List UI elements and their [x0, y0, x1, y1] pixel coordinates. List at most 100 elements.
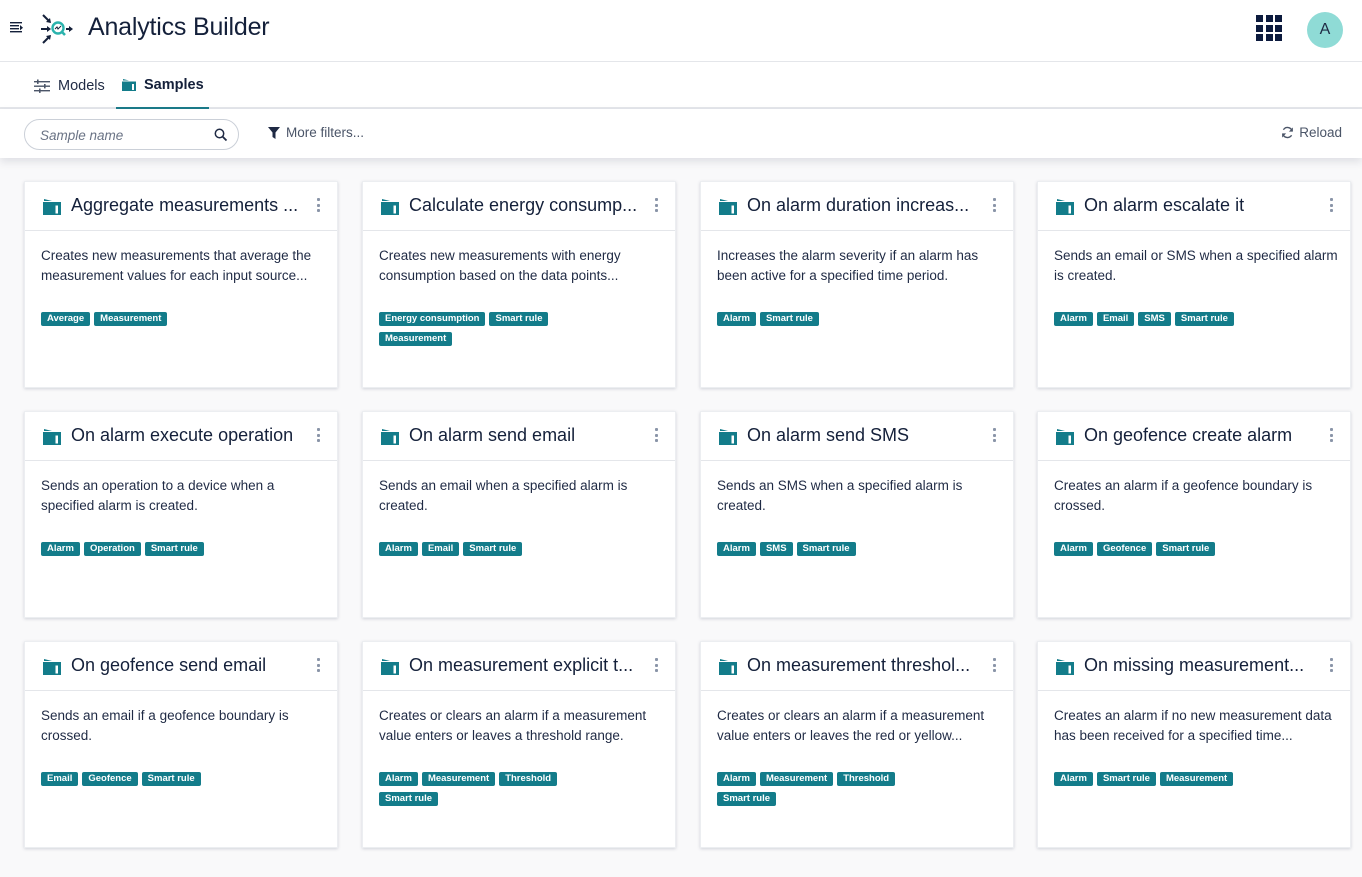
tab-models-label: Models — [58, 77, 105, 94]
top-bar: Analytics Builder A — [0, 0, 1362, 62]
card-actions-kebab-icon[interactable] — [989, 657, 999, 673]
sample-folder-icon — [43, 658, 61, 675]
sample-card-description: Sends an SMS when a specified alarm is c… — [717, 478, 963, 513]
sample-card-description: Sends an email if a geofence boundary is… — [41, 708, 289, 743]
sample-card-title: On alarm send SMS — [747, 425, 910, 445]
sample-card-title: On alarm duration increas... — [747, 195, 970, 215]
sample-card-tags: Alarm Geofence Smart rule — [1054, 542, 1294, 556]
sample-card-description: Creates new measurements with energy con… — [379, 248, 621, 283]
sample-folder-icon — [1056, 428, 1074, 445]
sample-card-header: On alarm send email — [363, 412, 675, 461]
tag-badge: Smart rule — [796, 542, 856, 556]
folder-icon — [122, 78, 136, 91]
tag-badge: Average — [41, 312, 91, 326]
card-actions-kebab-icon[interactable] — [1326, 427, 1336, 443]
tag-badge: Energy consumption — [379, 312, 486, 326]
tab-bar: Models Samples — [0, 62, 1362, 110]
more-filters-button[interactable]: More filters... — [268, 125, 364, 140]
sample-folder-icon — [719, 198, 737, 215]
card-actions-kebab-icon[interactable] — [1326, 657, 1336, 673]
sample-card-tags: Average Measurement — [41, 312, 281, 326]
card-actions-kebab-icon[interactable] — [313, 427, 323, 443]
card-actions-kebab-icon[interactable] — [651, 427, 661, 443]
tag-badge: Measurement — [759, 772, 834, 786]
sample-folder-icon — [43, 428, 61, 445]
card-actions-kebab-icon[interactable] — [651, 197, 661, 213]
sample-folder-icon — [381, 428, 399, 445]
sample-card[interactable]: On alarm escalate it Sends an email or S… — [1037, 181, 1351, 388]
sample-card-title: On geofence create alarm — [1084, 425, 1293, 445]
reload-button[interactable]: Reload — [1281, 125, 1342, 140]
sample-card[interactable]: On alarm execute operation Sends an oper… — [24, 411, 338, 618]
tag-badge: Email — [1096, 312, 1135, 326]
sample-card-title: Aggregate measurements ... — [71, 195, 299, 215]
sample-card-description: Creates or clears an alarm if a measurem… — [717, 708, 985, 743]
user-avatar[interactable]: A — [1307, 12, 1343, 48]
sample-card[interactable]: On alarm send SMS Sends an SMS when a sp… — [700, 411, 1014, 618]
sample-name-search-input[interactable] — [40, 126, 210, 144]
sample-card-description: Creates new measurements that average th… — [41, 248, 312, 283]
sample-card[interactable]: On alarm duration increas... Increases t… — [700, 181, 1014, 388]
search-icon[interactable] — [214, 128, 228, 147]
sample-card-title: On measurement threshol... — [747, 655, 971, 675]
sample-card[interactable]: On measurement threshol... Creates or cl… — [700, 641, 1014, 848]
sample-card[interactable]: On geofence send email Sends an email if… — [24, 641, 338, 848]
tag-badge: Smart rule — [1174, 312, 1234, 326]
tag-badge: Email — [421, 542, 460, 556]
tag-badge: Smart rule — [141, 772, 201, 786]
tag-badge: Alarm — [379, 772, 418, 786]
sample-card-description: Increases the alarm severity if an alarm… — [717, 248, 979, 283]
tag-badge: Geofence — [82, 772, 138, 786]
sample-card-header: On measurement explicit t... — [363, 642, 675, 691]
card-actions-kebab-icon[interactable] — [313, 657, 323, 673]
tab-samples[interactable]: Samples — [116, 62, 209, 110]
sample-card-header: On measurement threshol... — [701, 642, 1013, 691]
sample-card-header: On alarm escalate it — [1038, 182, 1350, 231]
sample-search-box — [24, 119, 239, 150]
sample-card[interactable]: Aggregate measurements ... Creates new m… — [24, 181, 338, 388]
sample-card[interactable]: On measurement explicit t... Creates or … — [362, 641, 676, 848]
sample-card-title: On alarm execute operation — [71, 425, 294, 445]
tag-badge: Alarm — [717, 542, 756, 556]
tag-badge: Alarm — [379, 542, 418, 556]
sample-folder-icon — [1056, 658, 1074, 675]
app-switcher-grid-icon[interactable] — [1256, 15, 1282, 41]
tab-models[interactable]: Models — [34, 62, 105, 109]
tag-badge: Smart rule — [717, 792, 776, 806]
tag-badge: Threshold — [499, 772, 558, 786]
sample-card[interactable]: On missing measurement... Creates an ala… — [1037, 641, 1351, 848]
filter-funnel-icon — [268, 126, 280, 139]
card-actions-kebab-icon[interactable] — [989, 427, 999, 443]
sample-card-tags: Alarm Email SMS Smart rule — [1054, 312, 1294, 326]
sample-card-tags: Alarm Smart rule — [717, 312, 957, 326]
sample-card-tags: Email Geofence Smart rule — [41, 772, 281, 786]
sample-card[interactable]: Calculate energy consump... Creates new … — [362, 181, 676, 388]
card-actions-kebab-icon[interactable] — [651, 657, 661, 673]
tag-badge: Smart rule — [379, 792, 438, 806]
sample-card-tags: Alarm Measurement Threshold Smart rule — [379, 772, 619, 806]
card-actions-kebab-icon[interactable] — [1326, 197, 1336, 213]
sample-card-title: On alarm escalate it — [1084, 195, 1245, 215]
tag-badge: Measurement — [94, 312, 168, 326]
card-actions-kebab-icon[interactable] — [313, 197, 323, 213]
tag-badge: Smart rule — [144, 542, 204, 556]
tag-badge: Smart rule — [1096, 772, 1156, 786]
sample-card-title: Calculate energy consump... — [409, 195, 638, 215]
tag-badge: Measurement — [1159, 772, 1234, 786]
sample-card-header: On alarm duration increas... — [701, 182, 1013, 231]
sample-card[interactable]: On alarm send email Sends an email when … — [362, 411, 676, 618]
sample-card[interactable]: On geofence create alarm Creates an alar… — [1037, 411, 1351, 618]
sample-card-title: On missing measurement... — [1084, 655, 1305, 675]
reload-label: Reload — [1299, 125, 1342, 140]
sample-card-tags: Alarm Smart rule Measurement — [1054, 772, 1294, 786]
analytics-builder-logo-icon — [40, 12, 74, 46]
menu-toggle-icon[interactable] — [9, 20, 25, 36]
tag-badge: Email — [41, 772, 79, 786]
sample-card-header: On geofence send email — [25, 642, 337, 691]
tag-badge: Operation — [83, 542, 141, 556]
card-actions-kebab-icon[interactable] — [989, 197, 999, 213]
sample-card-header: On missing measurement... — [1038, 642, 1350, 691]
sample-card-tags: Energy consumption Smart rule Measurement — [379, 312, 619, 346]
sample-card-description: Sends an email or SMS when a specified a… — [1054, 248, 1338, 283]
sample-card-title: On alarm send email — [409, 425, 576, 445]
